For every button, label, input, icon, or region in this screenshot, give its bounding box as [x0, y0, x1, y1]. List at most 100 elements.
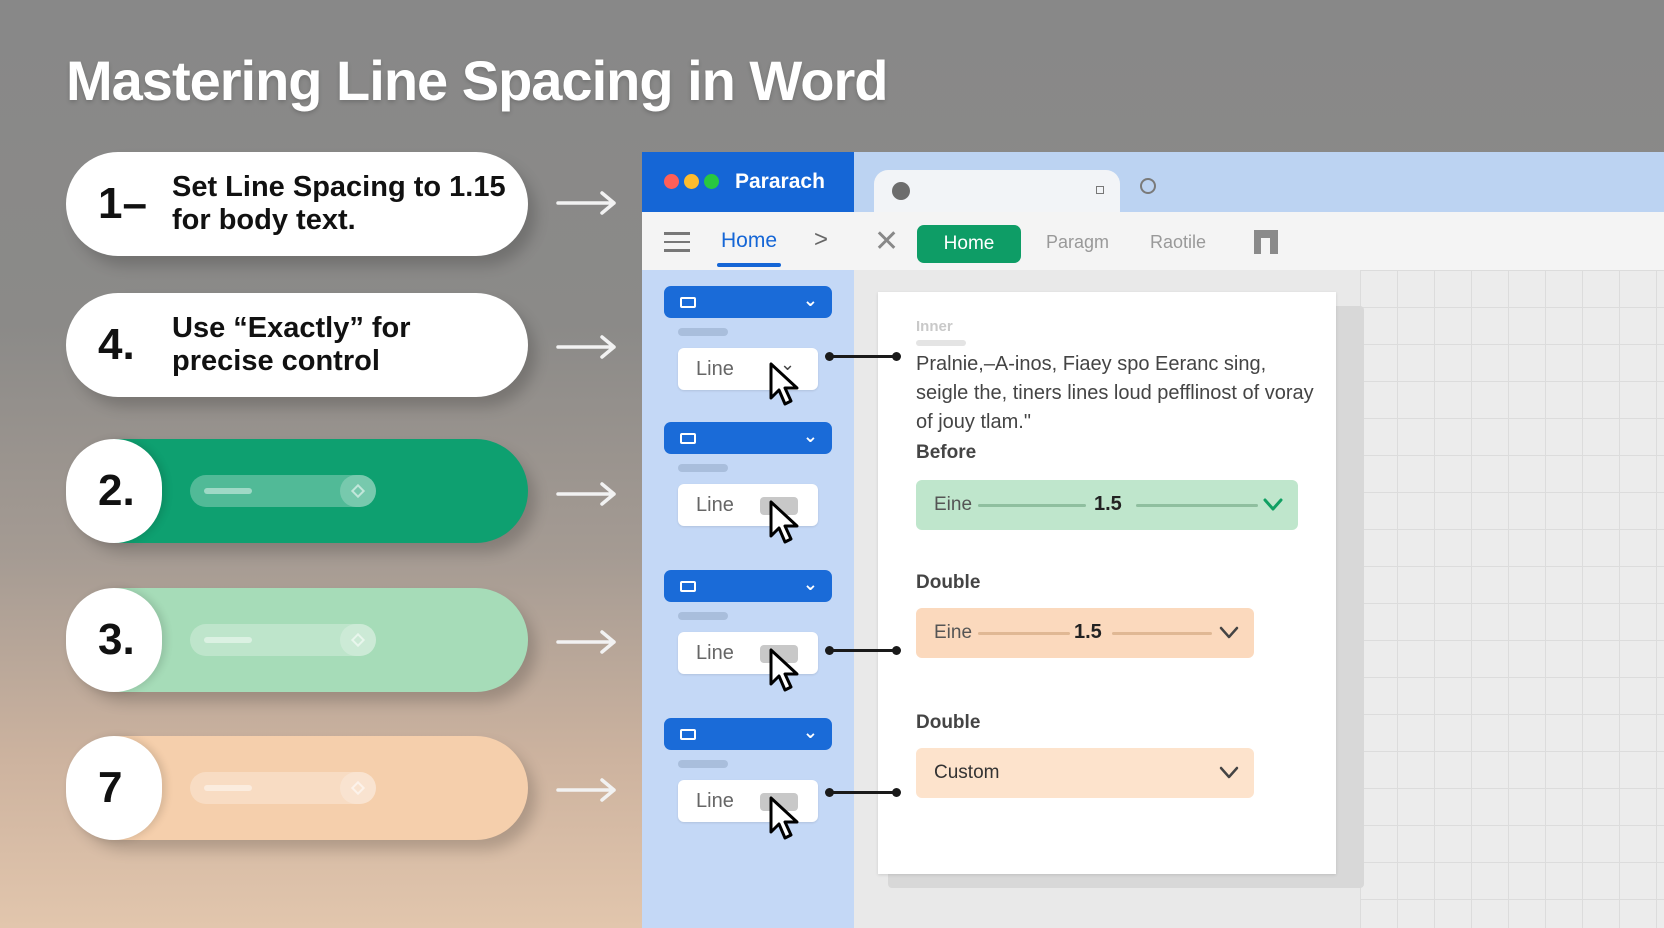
control-label: Eine [934, 494, 973, 515]
slider-line [978, 504, 1086, 507]
home-button[interactable]: Home [917, 225, 1021, 263]
step-number-circle: 7 [66, 736, 162, 840]
word-window: Pararach Home > ✕ Home Paragm Raotile ⌄ … [642, 152, 1664, 928]
paragraph-icon [680, 297, 696, 308]
window-title: Pararach [735, 170, 825, 193]
slider-knob[interactable] [340, 772, 376, 804]
slider-bar [204, 488, 252, 494]
sidebar: ⌄ Line ⌄ ⌄ Line ⌄ Line ⌄ Line [642, 270, 854, 928]
menu-icon[interactable] [664, 232, 690, 252]
chevron-right-icon[interactable]: > [814, 226, 828, 254]
step-text: Set Line Spacing to 1.15 for body text. [172, 171, 506, 236]
spacing-value: 1.5 [1074, 621, 1102, 643]
connector-line [825, 646, 901, 655]
active-tab-indicator [717, 263, 781, 267]
tab-favicon-icon [892, 182, 910, 200]
step-number: 1– [98, 179, 147, 228]
mouse-pointer-icon [769, 362, 799, 406]
step-number: 3. [98, 615, 135, 664]
sidebar-sub-label [678, 760, 728, 768]
chevron-down-icon: ⌄ [802, 574, 818, 594]
paragraph-icon [680, 433, 696, 444]
step-card-3[interactable]: 3. [66, 588, 528, 692]
spacing-value: 1.5 [1094, 493, 1122, 515]
step-number: 7 [98, 763, 123, 812]
connector-line [825, 788, 901, 797]
paragraph-icon [680, 581, 696, 592]
spacing-dropdown-before[interactable]: Eine 1.5 [916, 480, 1298, 530]
arrow-right-icon [556, 630, 616, 654]
sidebar-sub-label [678, 328, 728, 336]
new-tab-icon[interactable] [1140, 178, 1156, 194]
tab-maximize-icon[interactable] [1096, 186, 1104, 194]
arrow-right-icon [556, 778, 616, 802]
slider-line [1112, 632, 1212, 635]
close-icon[interactable]: ✕ [874, 224, 899, 259]
line-label: Line [696, 790, 734, 812]
step-slider[interactable] [190, 772, 376, 804]
section-label: Double [916, 712, 981, 733]
step-card-7[interactable]: 7 [66, 736, 528, 840]
tab-home[interactable]: Home [721, 229, 777, 253]
document-paragraph: Pralnie,–A-inos, Fiaey spo Eeranc sing, … [916, 353, 1314, 433]
chevron-down-icon [1219, 766, 1239, 779]
step-number: 2. [98, 466, 135, 515]
mouse-pointer-icon [769, 500, 799, 544]
step-text: Use “Exactly” for precise control [172, 312, 411, 377]
ribbon: Home > ✕ Home Paragm Raotile [642, 212, 1664, 270]
control-label: Eine [934, 622, 973, 643]
arrow-right-icon [556, 482, 616, 506]
line-label: Line [696, 642, 734, 664]
document-page: Inner Pralnie,–A-inos, Fiaey spo Eeranc … [878, 292, 1336, 874]
section-label: Before [916, 442, 977, 463]
section-label: Double [916, 572, 981, 593]
chevron-down-icon: ⌄ [802, 290, 818, 310]
slider-bar [204, 785, 252, 791]
arrow-right-icon [556, 191, 616, 215]
tab-paragraph[interactable]: Paragm [1046, 232, 1109, 253]
connector-line [825, 352, 901, 361]
step-card-1[interactable]: 1– Set Line Spacing to 1.15 for body tex… [66, 152, 528, 256]
slider-line [978, 632, 1070, 635]
line-label: Line [696, 494, 734, 516]
layout-icon[interactable] [1254, 230, 1278, 254]
paragraph-icon [680, 729, 696, 740]
control-label: Custom [934, 762, 1000, 783]
title-bar: Pararach [642, 152, 854, 212]
chevron-down-icon: ⌄ [802, 722, 818, 742]
maximize-window-button[interactable] [704, 174, 719, 189]
sidebar-group-header[interactable]: ⌄ [664, 718, 832, 750]
tab-strip [854, 152, 1664, 212]
step-slider[interactable] [190, 475, 376, 507]
sidebar-group-header[interactable]: ⌄ [664, 422, 832, 454]
sidebar-sub-label [678, 612, 728, 620]
mouse-pointer-icon [769, 648, 799, 692]
chevron-down-icon: ⌄ [802, 426, 818, 446]
slider-bar [204, 637, 252, 643]
sidebar-group-header[interactable]: ⌄ [664, 286, 832, 318]
canvas-grid [1360, 270, 1664, 928]
chevron-down-icon [1219, 626, 1239, 639]
step-card-2[interactable]: 2. [66, 439, 528, 543]
spacing-dropdown-custom[interactable]: Custom [916, 748, 1254, 798]
step-card-4[interactable]: 4. Use “Exactly” for precise control [66, 293, 528, 397]
step-number-circle: 2. [66, 439, 162, 543]
sidebar-group-header[interactable]: ⌄ [664, 570, 832, 602]
minimize-window-button[interactable] [684, 174, 699, 189]
slider-line [1136, 504, 1258, 507]
tab-raotile[interactable]: Raotile [1150, 232, 1206, 253]
page-title: Mastering Line Spacing in Word [66, 49, 888, 112]
step-number-circle: 3. [66, 588, 162, 692]
close-window-button[interactable] [664, 174, 679, 189]
browser-tab[interactable] [874, 170, 1120, 212]
mouse-pointer-icon [769, 796, 799, 840]
slider-knob[interactable] [340, 624, 376, 656]
heading-underline [916, 340, 966, 346]
sidebar-sub-label [678, 464, 728, 472]
document-heading: Inner [916, 318, 953, 335]
step-slider[interactable] [190, 624, 376, 656]
spacing-dropdown-double[interactable]: Eine 1.5 [916, 608, 1254, 658]
slider-knob[interactable] [340, 475, 376, 507]
line-label: Line [696, 358, 734, 380]
step-number: 4. [98, 320, 135, 369]
